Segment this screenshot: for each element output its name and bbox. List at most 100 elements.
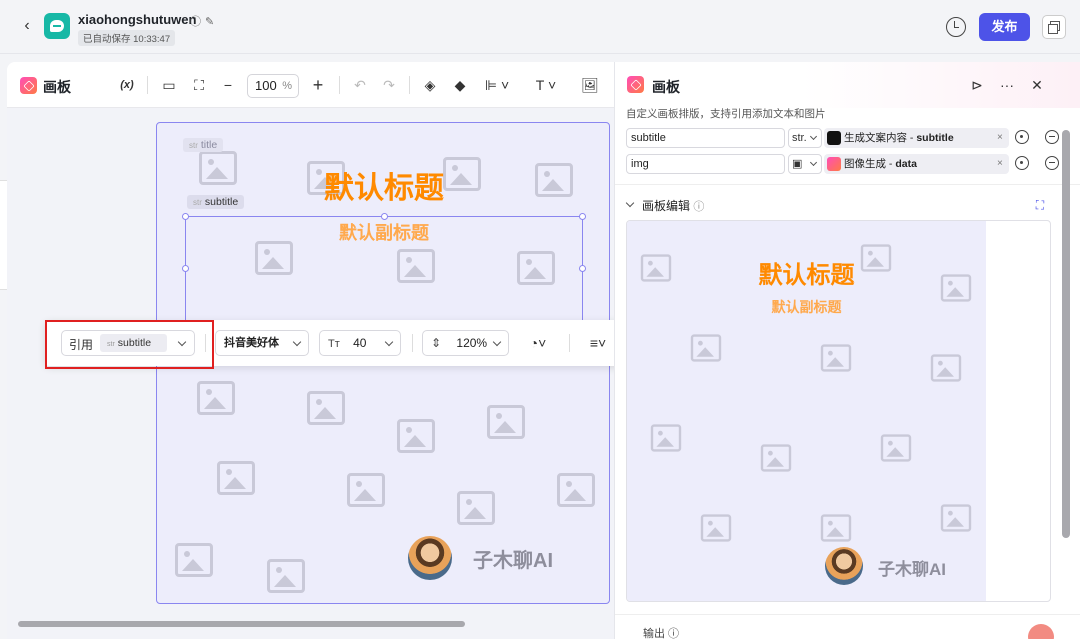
expand-icon[interactable]: ⛶ [1032,194,1048,216]
image-placeholder-icon [700,514,732,542]
toolbar-divider [412,334,413,352]
toolbar-divider [409,76,410,94]
clear-icon[interactable]: × [997,154,1003,174]
font-family-value: 抖音美好体 [224,337,279,349]
font-family-select[interactable]: 抖音美好体 [215,330,309,356]
variable-source[interactable]: 生成文案内容 - subtitle × [824,128,1009,148]
image-placeholder-icon [940,504,972,532]
canvas-panel-icon [627,76,644,93]
avatar [408,536,452,580]
copy-icon[interactable] [1042,15,1066,39]
top-bar: ‹ xiaohongshutuwen ⓘ ✎ 已自动保存 10:33:47 发布 [0,0,1080,54]
font-size-select[interactable]: Tт 40 [319,330,401,356]
section-title: 画板编辑 ⓘ [642,197,704,214]
reference-icon[interactable] [1015,156,1029,170]
image-placeholder-icon [175,543,213,577]
edit-icon[interactable]: ✎ [205,16,214,28]
reference-label: 引用 [69,338,94,352]
zoom-out-button[interactable]: − [218,74,238,96]
editor-title: 画板 [43,79,71,95]
image-placeholder-icon [397,419,435,453]
reference-select[interactable]: 引用 str subtitle [61,330,195,356]
image-type-icon: ▣ [792,158,803,170]
reference-chip: str subtitle [100,334,167,352]
text-align-icon[interactable]: ≡˅ [583,332,613,354]
info-icon[interactable]: ⓘ [190,16,201,28]
canvas-title-text[interactable]: 默认标题 [157,163,609,207]
source-node: 图像生成 - [844,158,896,170]
line-height-select[interactable]: ⇕ 120% [422,330,509,356]
fit-screen-icon[interactable]: ⛶ [189,74,209,96]
panel-title: 画板 [652,79,680,95]
scrollbar-thumb[interactable] [18,621,465,627]
publish-button[interactable]: 发布 [979,13,1030,41]
redo-icon[interactable]: ↷ [379,74,399,96]
app-logo [44,13,70,39]
variable-name-input[interactable]: img [626,154,785,174]
image-placeholder-icon [820,344,852,372]
image-placeholder-icon [930,354,962,382]
zoom-in-button[interactable]: + [308,74,328,96]
image-placeholder-icon [217,461,255,495]
preview-brand: 子木聊AI [878,560,946,579]
text-tool-icon: T [535,77,545,93]
vertical-scrollbar[interactable] [1062,130,1070,538]
zoom-input[interactable]: 100% [247,74,299,98]
color-palette-icon[interactable]: ◔˅ [523,332,553,354]
image-placeholder-icon [347,473,385,507]
app-name: xiaohongshutuwen [78,12,197,27]
toolbar-divider [147,76,148,94]
title-tag-label: title [200,139,218,151]
variable-type-select[interactable]: str. [788,128,822,148]
brand-text[interactable]: 子木聊AI [473,544,553,573]
remove-variable-icon[interactable] [1045,130,1059,144]
reference-value: subtitle [117,337,152,349]
variable-source[interactable]: 图像生成 - data × [824,154,1009,174]
resize-handle[interactable] [182,265,189,272]
image-node-icon [827,157,841,171]
output-section-title: 输出 ⓘ [643,628,680,639]
layer-up-icon[interactable]: ◈ [420,74,440,96]
remove-variable-icon[interactable] [1045,156,1059,170]
text-tool-button[interactable]: T ˅ [529,74,563,96]
back-arrow-icon[interactable]: ‹ [18,16,36,36]
resize-handle[interactable] [579,213,586,220]
undo-icon[interactable]: ↶ [350,74,370,96]
image-placeholder-icon [690,334,722,362]
line-height-value: 120% [456,336,488,350]
text-node-icon [827,131,841,145]
history-icon[interactable] [946,17,966,37]
resize-handle[interactable] [381,213,388,220]
horizontal-scrollbar[interactable] [14,621,604,627]
align-dropdown-icon[interactable]: ⊫ ˅ [480,74,514,96]
chevron-down-icon [492,337,502,347]
selection-box[interactable] [182,213,586,321]
reference-icon[interactable] [1015,130,1029,144]
image-tool-icon[interactable]: 🖼 [580,74,600,96]
clear-icon[interactable]: × [997,128,1003,148]
resize-handle[interactable] [182,213,189,220]
resize-handle[interactable] [579,265,586,272]
variable-type-value: str. [792,132,807,144]
info-icon[interactable]: ⓘ [693,201,704,213]
close-icon[interactable]: ✕ [1027,74,1047,96]
chevron-down-icon[interactable] [625,198,635,208]
more-icon[interactable]: ··· [997,74,1017,96]
variable-name-input[interactable]: subtitle [626,128,785,148]
chevron-down-icon [177,337,187,347]
text-format-toolbar: 引用 str subtitle 抖音美好体 Tт 40 ⇕ 120% ◔˅ ≡˅ [45,320,625,366]
source-node: 生成文案内容 - [844,132,917,144]
canvas-preview[interactable]: 默认标题 默认副标题 子木聊AI [626,220,1051,602]
run-icon[interactable]: ⊳ [967,74,987,96]
variable-type-select[interactable]: ▣ [788,154,822,174]
image-placeholder-icon [197,381,235,415]
image-frame-icon[interactable]: ▭ [159,74,179,96]
section-divider [615,184,1080,185]
section-title-text: 画板编辑 [642,199,691,213]
source-field: subtitle [916,132,954,144]
layers-icon[interactable]: ◆ [450,74,470,96]
chevron-down-icon [384,337,394,347]
variable-button[interactable]: (x) [117,74,137,96]
image-placeholder-icon [760,444,792,472]
line-height-icon: ⇕ [431,336,442,350]
